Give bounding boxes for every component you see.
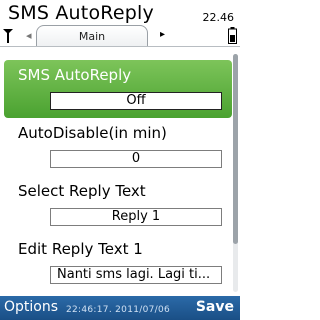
setting-edit-reply-text[interactable]: Edit Reply Text 1 Nanti sms lagi. Lagi t… bbox=[4, 234, 232, 292]
battery-icon bbox=[228, 27, 237, 44]
clock: 22.46 bbox=[202, 11, 235, 24]
settings-list: SMS AutoReply Off AutoDisable(in min) 0 … bbox=[0, 56, 232, 294]
setting-value-field[interactable]: Reply 1 bbox=[50, 208, 222, 226]
setting-value-field[interactable]: Off bbox=[50, 92, 222, 110]
setting-label: Select Reply Text bbox=[18, 182, 146, 200]
softkey-bar: Options 22:46:17. 2011/07/06 Save bbox=[0, 296, 240, 320]
setting-select-reply-text[interactable]: Select Reply Text Reply 1 bbox=[4, 176, 232, 234]
tab-strip: ◂ Main bbox=[26, 25, 158, 47]
scrollbar[interactable] bbox=[233, 54, 238, 292]
datetime-text: 22:46:17. 2011/07/06 bbox=[66, 305, 171, 315]
setting-label: AutoDisable(in min) bbox=[18, 124, 167, 142]
setting-value-field[interactable]: Nanti sms lagi. Lagi ti... bbox=[50, 266, 222, 284]
signal-strength-icon bbox=[3, 29, 13, 43]
tab-left-arrow-icon[interactable]: ◂ bbox=[26, 29, 32, 42]
setting-autodisable[interactable]: AutoDisable(in min) 0 bbox=[4, 118, 232, 176]
setting-label: SMS AutoReply bbox=[18, 66, 132, 84]
save-softkey[interactable]: Save bbox=[196, 299, 234, 315]
header-divider bbox=[0, 46, 240, 47]
tab-main[interactable]: Main bbox=[36, 25, 148, 47]
setting-label: Edit Reply Text 1 bbox=[18, 240, 143, 258]
app-title: SMS AutoReply bbox=[8, 2, 154, 24]
scrollbar-thumb[interactable] bbox=[233, 54, 238, 244]
setting-value-field[interactable]: 0 bbox=[50, 150, 222, 168]
tab-right-arrow-icon[interactable]: ▸ bbox=[160, 29, 165, 40]
setting-sms-autoreply[interactable]: SMS AutoReply Off bbox=[4, 60, 232, 118]
options-softkey[interactable]: Options bbox=[4, 299, 58, 315]
status-bar: SMS AutoReply 22.46 ◂ Main ▸ bbox=[0, 0, 240, 47]
